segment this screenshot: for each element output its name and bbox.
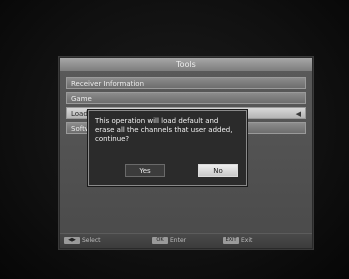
exit-key-icon: EXIT: [223, 237, 239, 244]
tv-screen: Tools Receiver Information Game Load Fac…: [0, 0, 349, 279]
enter-hint: OK Enter: [152, 237, 186, 245]
arrow-left-icon: ◀: [295, 110, 301, 118]
arrow-keys-icon: ◀▶: [64, 237, 80, 244]
confirm-dialog: This operation will load default and era…: [88, 110, 247, 186]
dialog-message-line: erase all the channels that user added,: [95, 126, 233, 134]
ok-key-icon: OK: [152, 237, 168, 244]
menu-footer: ◀▶ Select OK Enter EXIT Exit: [60, 233, 312, 248]
menu-title: Tools: [60, 58, 312, 71]
menu-item-label: Game: [71, 95, 92, 103]
select-hint: ◀▶ Select: [64, 237, 101, 245]
select-hint-label: Select: [82, 237, 101, 244]
yes-button[interactable]: Yes: [125, 164, 165, 177]
menu-item-label: Receiver Information: [71, 80, 145, 88]
menu-item-game[interactable]: Game: [66, 92, 306, 104]
dialog-message-line: This operation will load default and: [95, 117, 219, 125]
exit-hint-label: Exit: [241, 237, 253, 244]
exit-hint: EXIT Exit: [223, 237, 252, 245]
enter-hint-label: Enter: [170, 237, 187, 244]
dialog-message: This operation will load default and era…: [95, 117, 240, 144]
dialog-message-line: continue?: [95, 135, 130, 143]
menu-item-receiver-information[interactable]: Receiver Information: [66, 77, 306, 89]
no-button[interactable]: No: [198, 164, 238, 177]
